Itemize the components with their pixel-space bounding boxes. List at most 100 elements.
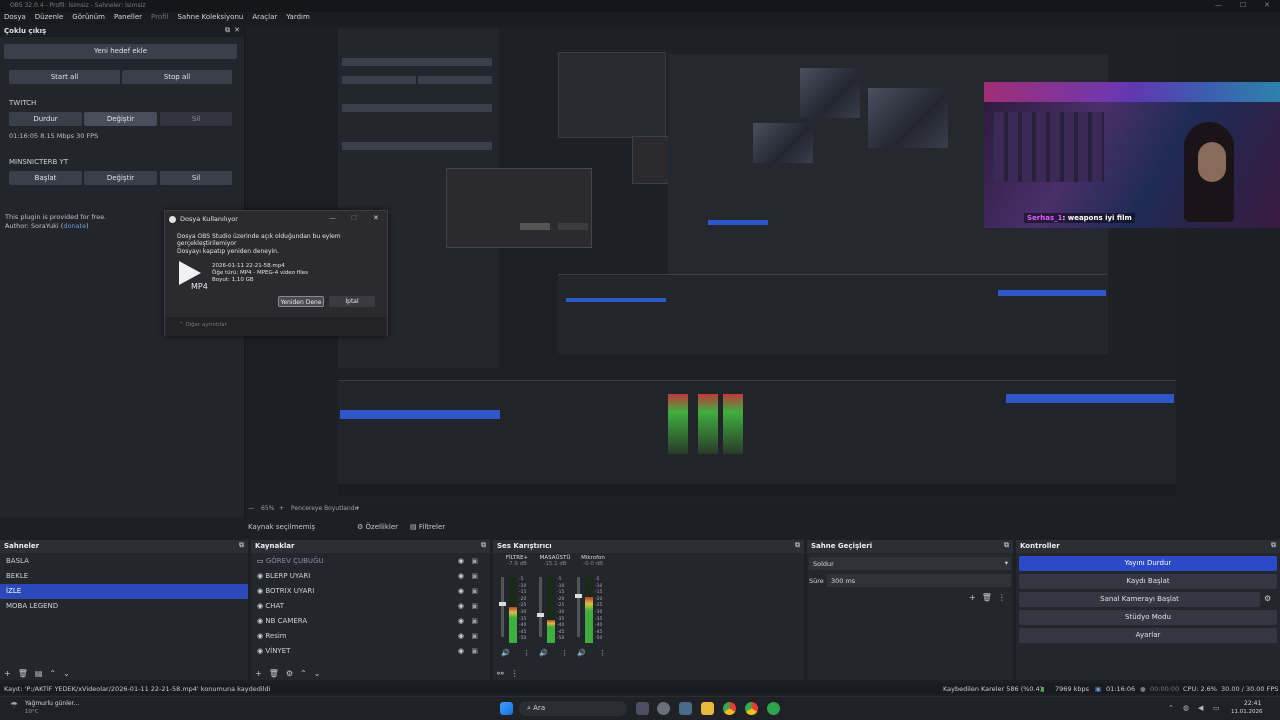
gear-icon[interactable]: ⚙ [1264,594,1271,603]
scene-item[interactable]: MOBA LEGEND [0,599,248,614]
filters-button[interactable]: ▤ Filtreler [410,523,445,531]
weather-text[interactable]: Yağmurlu günler... [25,700,79,707]
menu-view[interactable]: Görünüm [72,13,105,24]
menu-edit[interactable]: Düzenle [35,13,64,24]
cancel-button[interactable]: İptal [329,296,375,307]
eye-icon[interactable]: ◉ [458,584,464,599]
menu-help[interactable]: Yardım [286,13,310,24]
up-icon[interactable]: ⌃ [300,669,307,678]
lock-icon[interactable]: ▣ [471,569,478,584]
folder-icon[interactable] [701,702,714,715]
more-icon[interactable]: ⋮ [523,649,530,657]
minimize-icon[interactable]: — [1215,1,1222,9]
fader-handle[interactable] [575,594,582,598]
source-item[interactable]: ◉ VİNYET ◉ ▣ [251,644,490,659]
app-taskbar-icon[interactable] [679,702,692,715]
source-item[interactable]: ▭ GÖREV ÇUBUĞU ◉ ▣ [251,554,490,569]
up-icon[interactable]: ⌃ [49,669,56,678]
source-item[interactable]: ◉ NB CAMERA ◉ ▣ [251,614,490,629]
donate-link[interactable]: donate [63,222,86,230]
eye-icon[interactable]: ◉ [458,644,464,659]
more-icon[interactable]: ⋮ [599,649,606,657]
dock-menu-icon[interactable]: ⧉ [795,541,800,550]
add-icon[interactable]: + [4,669,11,678]
retry-button[interactable]: Yeniden Dene [278,296,324,307]
app-green-icon[interactable] [767,702,780,715]
source-item[interactable]: ◉ Resim ◉ ▣ [251,629,490,644]
dock-menu-icon[interactable]: ⧉ [239,541,244,550]
scene-item[interactable]: BASLA [0,554,248,569]
studio-mode-button[interactable]: Stüdyo Modu [1019,610,1277,625]
dock-menu-icon[interactable]: ⧉ [481,541,486,550]
source-item[interactable]: ◉ BOTRIX UYARI ◉ ▣ [251,584,490,599]
obs-taskbar-icon[interactable] [657,702,670,715]
add-target-button[interactable]: Yeni hedef ekle [4,44,237,59]
menu-scene-collection[interactable]: Sahne Koleksiyonu [177,13,243,24]
lock-icon[interactable]: ▣ [471,629,478,644]
fader-handle[interactable] [499,602,506,606]
volume-icon[interactable]: ◀ [1198,704,1203,712]
add-icon[interactable]: + [255,669,262,678]
filter-icon[interactable]: ▤ [35,669,43,678]
menu-docks[interactable]: Paneller [114,13,142,24]
lock-icon[interactable]: ▣ [471,614,478,629]
task-view-icon[interactable] [636,702,649,715]
tray-chevron-icon[interactable]: ⌃ [1168,704,1174,712]
lock-icon[interactable]: ▣ [471,599,478,614]
clock-date[interactable]: 11.01.2026 [1231,709,1263,715]
lock-icon[interactable]: ▣ [471,644,478,659]
duration-input[interactable]: 300 ms [827,574,1011,587]
source-item[interactable]: ◉ BLERP UYARI ◉ ▣ [251,569,490,584]
start-virtual-camera-button[interactable]: Sanal Kamerayı Başlat [1019,592,1260,607]
stop-all-button[interactable]: Stop all [122,70,232,84]
eye-icon[interactable]: ◉ [458,599,464,614]
more-details-toggle[interactable]: ⌃ Diğer ayrıntılar [179,322,227,328]
delete-target-button[interactable]: Sil [160,112,232,126]
properties-button[interactable]: ⚙ Özellikler [357,523,398,531]
more-icon[interactable]: ⋮ [561,649,568,657]
scene-item[interactable]: BEKLE [0,569,248,584]
clock-time[interactable]: 22:41 [1244,700,1261,707]
start-target-button[interactable]: Başlat [9,171,82,185]
link-icon[interactable]: ⚯ [497,669,504,678]
speaker-icon[interactable]: 🔊 [501,649,510,657]
volume-fader[interactable] [499,577,506,637]
trash-icon[interactable]: 🗑 [269,669,279,678]
zoom-out-icon[interactable]: — [248,505,254,512]
more-icon[interactable]: ⋮ [511,669,519,678]
dock-menu-icon[interactable]: ⧉ [1004,541,1009,550]
network-icon[interactable]: ◍ [1183,704,1189,712]
minimize-icon[interactable]: — [329,214,336,222]
lock-icon[interactable]: ▣ [471,554,478,569]
zoom-in-icon[interactable]: + [279,505,284,512]
transition-select[interactable]: Soldur ▾ [809,557,1011,570]
speaker-icon[interactable]: 🔊 [539,649,548,657]
delete-target-button[interactable]: Sil [160,171,232,185]
settings-button[interactable]: Ayarlar [1019,628,1277,643]
speaker-icon[interactable]: 🔊 [577,649,586,657]
chrome-icon[interactable] [723,702,736,715]
menu-file[interactable]: Dosya [4,13,26,24]
hidden-eye-icon[interactable]: ◉ [458,554,464,569]
start-recording-button[interactable]: Kaydı Başlat [1019,574,1277,589]
search-box[interactable]: ⌕ Ara [519,701,627,716]
menu-profile[interactable]: Profil [151,13,168,24]
start-all-button[interactable]: Start all [9,70,120,84]
close-icon[interactable]: ✕ [1264,1,1270,9]
edit-target-button[interactable]: Değiştir [84,171,157,185]
start-icon[interactable] [500,702,513,715]
chrome-icon[interactable] [745,702,758,715]
add-icon[interactable]: + [969,593,976,602]
edit-target-button[interactable]: Değiştir [84,112,157,126]
fit-to-window[interactable]: Pencereye Boyutlandır [291,505,359,512]
stop-target-button[interactable]: Durdur [9,112,82,126]
trash-icon[interactable]: 🗑 [18,669,28,678]
lock-icon[interactable]: ▣ [471,584,478,599]
eye-icon[interactable]: ◉ [458,629,464,644]
close-icon[interactable]: ✕ [373,214,379,222]
down-icon[interactable]: ⌄ [63,669,70,678]
scene-item[interactable]: İZLE [0,584,248,599]
volume-fader[interactable] [575,577,582,637]
stop-stream-button[interactable]: Yayını Durdur [1019,556,1277,571]
menu-tools[interactable]: Araçlar [252,13,277,24]
